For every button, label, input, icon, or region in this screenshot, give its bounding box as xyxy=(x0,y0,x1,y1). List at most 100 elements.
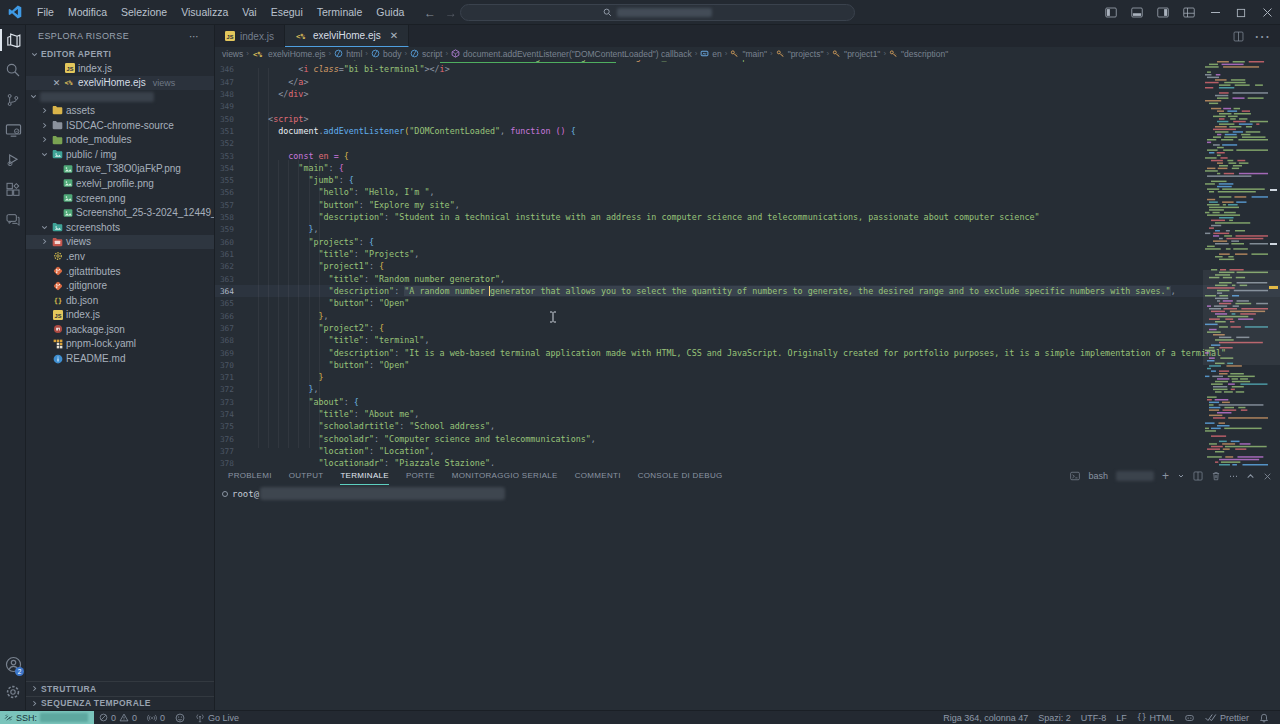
breadcrumb-item[interactable]: "project1" xyxy=(832,49,880,59)
close-icon[interactable]: ✕ xyxy=(52,78,61,88)
tree-item-pnpm-lock.yaml[interactable]: pnpm-lock.yaml xyxy=(26,337,214,352)
tab-index.js[interactable]: JSindex.js xyxy=(215,25,285,47)
menu-vai[interactable]: Vai xyxy=(235,0,263,25)
tree-item-.gitignore[interactable]: .gitignore xyxy=(26,278,214,293)
panel-tab-commenti[interactable]: COMMENTI xyxy=(575,466,621,486)
tree-item-views[interactable]: views xyxy=(26,235,214,250)
tab-exelviHome.ejs[interactable]: <%exelviHome.ejs✕ xyxy=(285,25,409,47)
problems-indicator[interactable]: 0 0 xyxy=(94,711,142,724)
section-struttura[interactable]: STRUTTURA xyxy=(26,681,214,696)
notifications-bell-icon[interactable] xyxy=(1254,711,1274,724)
explorer-more-actions-icon[interactable]: ⋯ xyxy=(189,31,200,42)
code-editor[interactable]: 345 <a href="/terminal" class="btn btn-o… xyxy=(215,60,1280,466)
panel-tab-terminale[interactable]: TERMINALE xyxy=(340,466,389,486)
command-center-search[interactable] xyxy=(460,4,855,21)
minimize-button[interactable] xyxy=(1202,0,1228,25)
menu-guida[interactable]: Guida xyxy=(369,0,411,25)
explorer-icon[interactable] xyxy=(0,25,26,55)
menu-selezione[interactable]: Selezione xyxy=(114,0,174,25)
section-sequenza-temporale[interactable]: SEQUENZA TEMPORALE xyxy=(26,696,214,711)
tree-item-db.json[interactable]: {}db.json xyxy=(26,293,214,308)
breadcrumb-item[interactable]: body xyxy=(371,49,401,59)
panel-tab-monitoraggio-seriale[interactable]: MONITORAGGIO SERIALE xyxy=(452,466,558,486)
menu-file[interactable]: File xyxy=(30,0,61,25)
eol[interactable]: LF xyxy=(1111,711,1132,724)
tree-item-exelvi-profile.png[interactable]: exelvi_profile.png xyxy=(26,176,214,191)
panel-tab-porte[interactable]: PORTE xyxy=(406,466,435,486)
extensions-icon[interactable] xyxy=(0,175,26,205)
breadcrumb-item[interactable]: "description" xyxy=(889,49,948,59)
menu-modifica[interactable]: Modifica xyxy=(61,0,114,25)
search-icon[interactable] xyxy=(0,55,26,85)
new-terminal-icon[interactable]: + xyxy=(1162,469,1169,483)
go-live-button[interactable]: Go Live xyxy=(190,711,244,724)
panel-tab-problemi[interactable]: PROBLEMI xyxy=(228,466,272,486)
tree-item-.env[interactable]: .env xyxy=(26,249,214,264)
language-mode[interactable]: {}HTML xyxy=(1132,711,1179,724)
breadcrumbs[interactable]: views›<%exelviHome.ejs›html›body›script›… xyxy=(215,47,1280,60)
tree-item-Screenshot-25-3-2024-12449-exelvi...[interactable]: Screenshot_25-3-2024_12449_exelvi... xyxy=(26,205,214,220)
feedback-smiley[interactable] xyxy=(170,711,190,724)
menu-visualizza[interactable]: Visualizza xyxy=(174,0,235,25)
terminal-prompt-line[interactable]: root@ xyxy=(222,487,505,500)
breadcrumb-item[interactable]: en xyxy=(700,49,721,59)
breadcrumb-item[interactable]: "main" xyxy=(730,49,766,59)
customize-layout-icon[interactable] xyxy=(1176,0,1202,25)
terminal-dropdown-icon[interactable] xyxy=(1177,472,1185,480)
toggle-panel-icon[interactable] xyxy=(1124,0,1150,25)
panel-tab-console-di-debug[interactable]: CONSOLE DI DEBUG xyxy=(638,466,723,486)
breadcrumb-item[interactable]: html xyxy=(334,49,362,59)
shell-label[interactable]: bash xyxy=(1088,471,1108,481)
copilot-icon[interactable] xyxy=(1179,711,1200,724)
tree-item-screen.png[interactable]: screen.png xyxy=(26,191,214,206)
chat-icon[interactable] xyxy=(0,205,26,235)
panel-tab-output[interactable]: OUTPUT xyxy=(289,466,324,486)
menu-terminale[interactable]: Terminale xyxy=(310,0,370,25)
source-control-icon[interactable] xyxy=(0,85,26,115)
minimap-slider[interactable] xyxy=(1203,270,1280,365)
encoding[interactable]: UTF-8 xyxy=(1076,711,1112,724)
minimap[interactable] xyxy=(1203,60,1268,466)
settings-gear-icon[interactable] xyxy=(0,678,26,706)
cursor-position[interactable]: Riga 364, colonna 47 xyxy=(938,711,1033,724)
close-panel-icon[interactable] xyxy=(1263,472,1272,481)
tree-item-package.json[interactable]: package.json xyxy=(26,322,214,337)
breadcrumb-item[interactable]: "projects" xyxy=(776,49,824,59)
editor-more-actions-icon[interactable]: ⋯ xyxy=(1254,27,1270,46)
breadcrumb-item[interactable]: script xyxy=(410,49,442,59)
panel-more-actions-icon[interactable]: ⋯ xyxy=(1229,471,1238,481)
kill-terminal-icon[interactable] xyxy=(1211,471,1221,481)
breadcrumb-item[interactable]: views xyxy=(222,49,243,59)
formatter-status[interactable]: Prettier xyxy=(1200,711,1254,724)
ports-indicator[interactable]: 0 xyxy=(142,711,170,724)
toggle-secondary-sidebar-icon[interactable] xyxy=(1150,0,1176,25)
split-terminal-icon[interactable] xyxy=(1193,471,1203,481)
account-icon[interactable]: 2 xyxy=(0,650,26,678)
run-debug-icon[interactable] xyxy=(0,145,26,175)
tree-item-screenshots[interactable]: screenshots xyxy=(26,220,214,235)
tree-item-ISDCAC-chrome-source[interactable]: ISDCAC-chrome-source xyxy=(26,118,214,133)
open-editor-exelviHome.ejs[interactable]: ✕<%exelviHome.ejsviews xyxy=(26,76,214,91)
open-editors-header[interactable]: EDITOR APERTI xyxy=(26,47,214,61)
split-editor-icon[interactable] xyxy=(1233,31,1244,42)
back-icon[interactable]: ← xyxy=(424,6,436,20)
tree-root-folder[interactable] xyxy=(26,90,214,103)
tree-item-assets[interactable]: assets xyxy=(26,103,214,118)
remote-indicator[interactable]: SSH: xyxy=(0,711,94,724)
tree-item-README.md[interactable]: README.md xyxy=(26,351,214,366)
maximize-panel-icon[interactable] xyxy=(1246,472,1255,481)
breadcrumb-item[interactable]: <%exelviHome.ejs xyxy=(252,49,326,59)
tree-item-.gitattributes[interactable]: .gitattributes xyxy=(26,264,214,279)
forward-icon[interactable]: → xyxy=(445,6,457,20)
tree-item-node-modules[interactable]: node_modules xyxy=(26,132,214,147)
tree-item-index.js[interactable]: JSindex.js xyxy=(26,308,214,323)
menu-esegui[interactable]: Esegui xyxy=(264,0,310,25)
remote-explorer-icon[interactable] xyxy=(0,115,26,145)
breadcrumb-item[interactable]: document.addEventListener("DOMContentLoa… xyxy=(451,49,692,59)
indentation[interactable]: Spazi: 2 xyxy=(1033,711,1076,724)
open-editor-index.js[interactable]: JSindex.js xyxy=(26,61,214,76)
tree-item-public-img[interactable]: public / img xyxy=(26,147,214,162)
toggle-sidebar-icon[interactable] xyxy=(1098,0,1124,25)
maximize-button[interactable] xyxy=(1228,0,1254,25)
close-icon[interactable]: ✕ xyxy=(390,30,398,41)
